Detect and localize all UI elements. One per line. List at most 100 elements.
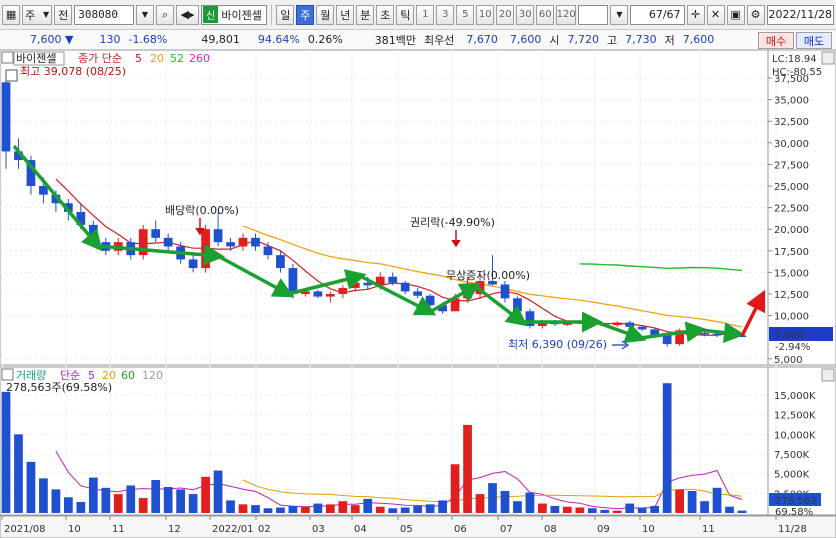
volume-bar	[438, 500, 447, 513]
candle-body	[276, 255, 285, 269]
interval-60[interactable]: 60	[536, 4, 555, 25]
interval-20[interactable]: 20	[496, 4, 515, 25]
sound-icon[interactable]: ◀▸	[175, 4, 200, 25]
calculator-icon[interactable]	[5, 69, 18, 82]
candle-body	[513, 298, 522, 312]
pattern-icon[interactable]: ✕	[706, 4, 725, 25]
volume-ratio: 94.64%	[257, 33, 300, 46]
save-icon[interactable]: ▣	[726, 4, 745, 25]
dropdown-button[interactable]: ▼	[135, 4, 154, 25]
candle-body	[463, 294, 472, 299]
stock-chart[interactable]: 37,50035,00032,50030,00027,50025,00022,5…	[0, 50, 836, 538]
volume-value: 49,801	[201, 33, 240, 46]
candle-body	[712, 333, 722, 336]
panel-menu-icon[interactable]	[1, 51, 14, 64]
prev-button[interactable]: 전	[54, 4, 73, 25]
interval-5[interactable]: 5	[456, 4, 475, 25]
volume-bar	[525, 492, 535, 513]
high-label: 고	[607, 33, 618, 47]
volume-scroll-up-icon[interactable]	[821, 368, 835, 382]
high-annotation: 최고 39,078 (08/25)	[20, 65, 126, 78]
candle-body	[338, 287, 348, 294]
date-tick-label: 11	[112, 524, 125, 535]
volume-bar	[550, 505, 560, 513]
volume-bar	[188, 494, 198, 513]
sell-button[interactable]: 매도	[796, 32, 832, 49]
price-value: 7,600	[30, 33, 62, 46]
candle-body	[163, 237, 173, 247]
crosshair-icon[interactable]: ✛	[686, 4, 705, 25]
interval-120[interactable]: 120	[556, 4, 577, 25]
volume-bar	[513, 501, 522, 513]
period-week[interactable]: 주	[296, 4, 315, 25]
price-tick-label: 22,500	[774, 204, 809, 215]
interval-30[interactable]: 30	[516, 4, 535, 25]
interval-dropdown[interactable]: ▼	[610, 4, 629, 25]
volume-bar	[612, 510, 622, 513]
low-label: 저	[664, 33, 675, 47]
candle-body	[325, 294, 335, 297]
period-minute[interactable]: 분	[356, 4, 375, 25]
volume-bar	[625, 503, 635, 513]
interval-custom-input[interactable]	[578, 4, 609, 25]
volume-bar	[126, 485, 136, 513]
candle-body	[238, 237, 248, 247]
open-label: 시	[549, 33, 560, 47]
volume-current-tag-value: 278,563	[775, 496, 816, 507]
stock-code-input[interactable]: 308080	[74, 4, 134, 25]
price-tick-label: 20,000	[774, 225, 809, 236]
period-tick[interactable]: 틱	[396, 4, 415, 25]
volume-bar	[587, 508, 597, 513]
candle-body	[1, 82, 11, 152]
period-month[interactable]: 월	[316, 4, 335, 25]
interval-1[interactable]: 1	[416, 4, 435, 25]
legend-ma20: 20	[150, 52, 164, 65]
market-select[interactable]: 주 ▼	[22, 4, 53, 25]
buy-button[interactable]: 매수	[758, 32, 794, 49]
period-second[interactable]: 초	[376, 4, 395, 25]
candle-body	[700, 332, 709, 335]
volume-panel[interactable]	[0, 366, 769, 516]
volume-current-label: 278,563주(69.58%)	[6, 381, 112, 394]
grid-menu-icon[interactable]: ▦	[2, 4, 21, 25]
low-value: 7,600	[682, 33, 715, 46]
interval-10[interactable]: 10	[476, 4, 495, 25]
candle-body	[612, 322, 622, 326]
stock-name-field[interactable]: 신 바이젠셀	[201, 4, 268, 25]
candle-body	[201, 229, 210, 269]
interval-3[interactable]: 3	[436, 4, 455, 25]
price-tick-label: 27,500	[774, 160, 809, 171]
event-dividend: 배당락(0.00%)	[165, 204, 239, 217]
volume-bar	[338, 501, 348, 513]
date-tick-label: 02	[258, 524, 271, 535]
period-year[interactable]: 년	[336, 4, 355, 25]
volume-bar	[251, 505, 260, 513]
volume-bar	[562, 506, 572, 513]
down-arrow-icon: ▼	[65, 33, 74, 46]
market-label: 주	[25, 8, 36, 22]
volume-bar	[313, 503, 323, 513]
candle-body	[226, 242, 235, 247]
search-icon[interactable]: ⌕	[155, 4, 174, 25]
volume-bar	[64, 497, 73, 513]
hc-label: HC:-80.55	[772, 67, 822, 78]
lc-label: LC:18.94	[772, 54, 817, 65]
price-tick-label: 12,500	[774, 290, 809, 301]
date-tick-label: 06	[454, 524, 467, 535]
volume-menu-icon[interactable]	[1, 368, 14, 381]
date-field[interactable]: 2022/11/28	[766, 4, 834, 25]
volume-bar	[725, 506, 734, 513]
current-price-tag-value: 7,600	[775, 330, 804, 341]
change-pct: -1.68%	[128, 33, 168, 46]
change-value: 130	[99, 33, 121, 46]
volume-bar	[51, 489, 61, 513]
open-value: 7,720	[567, 33, 600, 46]
volume-bar	[425, 504, 435, 513]
gear-icon[interactable]: ⚙	[746, 4, 765, 25]
best-label: 최우선	[424, 33, 455, 47]
period-day[interactable]: 일	[276, 4, 295, 25]
price-scroll-up-icon[interactable]	[821, 51, 835, 65]
chevron-down-icon: ▼	[43, 10, 50, 19]
date-tick-label: 04	[354, 524, 367, 535]
volume-bar	[76, 501, 86, 513]
